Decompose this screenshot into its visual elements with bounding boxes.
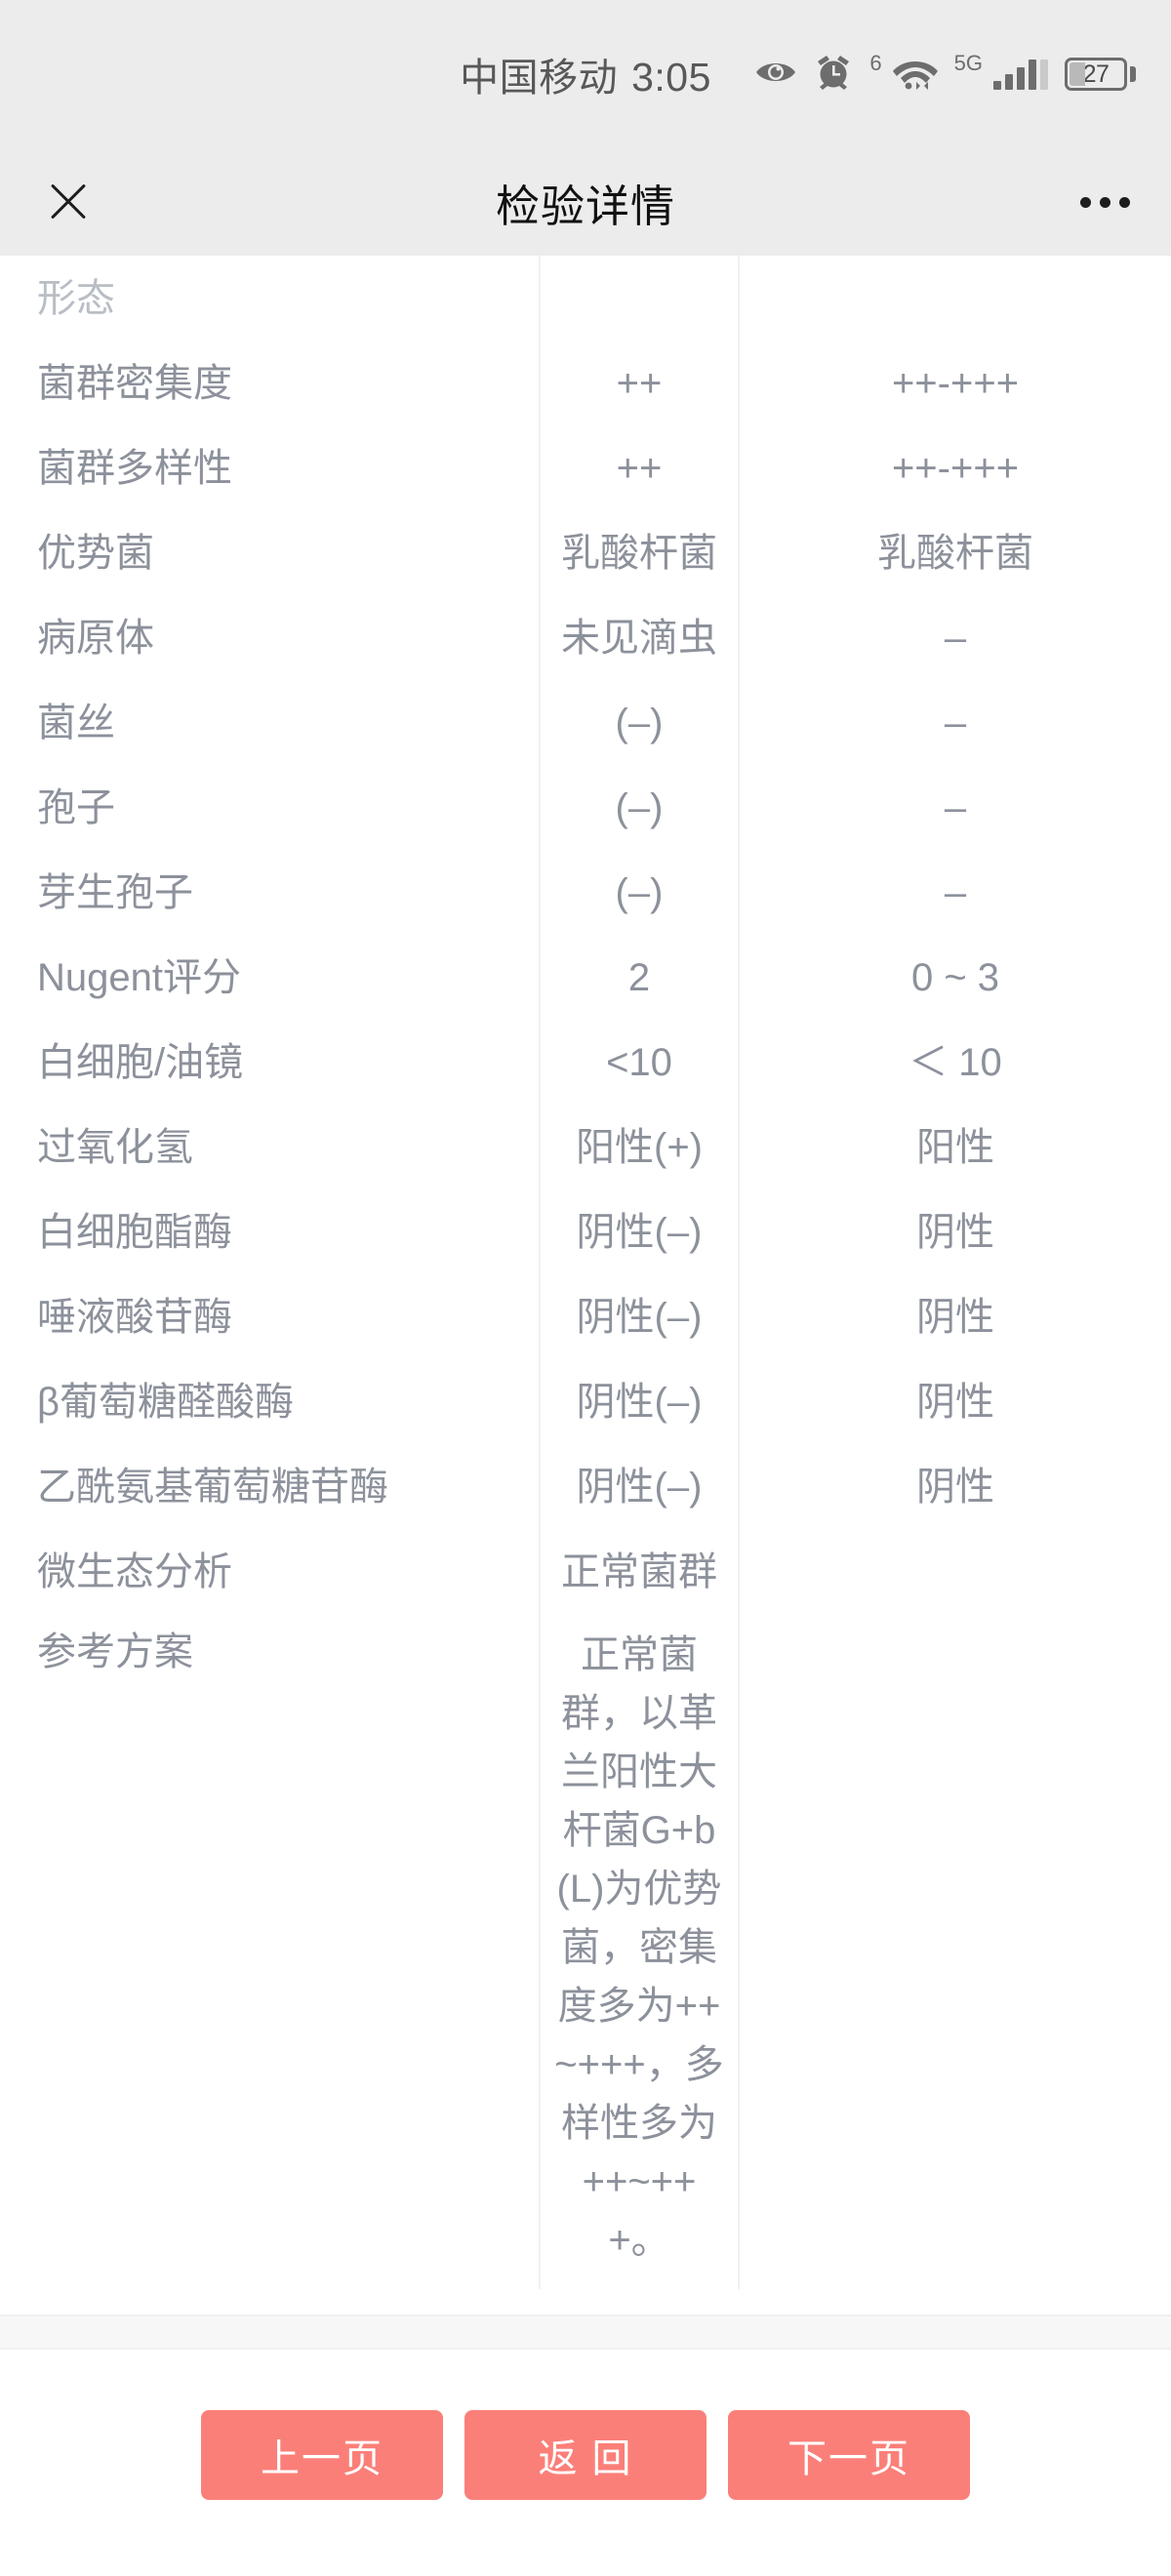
clock-label: 3:05 (631, 55, 711, 100)
lab-result-table-body: 形态 菌群密集度 ++ ++-+++ 菌群多样性 ++ ++-+++ 优势菌 乳… (0, 256, 1171, 2289)
table-row: β葡萄糖醛酸酶 阴性(–) 阴性 (0, 1359, 1171, 1444)
table-row: 微生态分析 正常菌群 (0, 1529, 1171, 1614)
row-name: 芽生孢子 (37, 870, 193, 914)
row-value: ++ (539, 341, 740, 425)
row-reference: 阴性 (916, 1465, 994, 1509)
nav-bar: 检验详情 (0, 148, 1171, 256)
row-reference: ＜ 10 (909, 1040, 1002, 1084)
row-reference: 乳酸杆菌 (877, 531, 1033, 575)
table-row: 白细胞酯酶 阴性(–) 阴性 (0, 1189, 1171, 1274)
page-title: 检验详情 (495, 181, 676, 231)
detail-scroll-area[interactable]: 形态 菌群密集度 ++ ++-+++ 菌群多样性 ++ ++-+++ 优势菌 乳… (0, 256, 1171, 2314)
row-reference: 阴性 (916, 1210, 994, 1254)
row-value: 阴性(–) (539, 1274, 740, 1359)
alarm-clock-icon (814, 53, 853, 97)
row-value (539, 256, 740, 341)
row-reference: 0 ~ 3 (910, 955, 1000, 999)
table-row: Nugent评分 2 0 ~ 3 (0, 935, 1171, 1020)
row-reference: – (944, 870, 967, 914)
eye-icon (754, 58, 797, 92)
table-row-clipped: 形态 (0, 256, 1171, 341)
row-value: <10 (539, 1020, 740, 1105)
row-value: 2 (539, 935, 740, 1020)
row-reference: 阴性 (916, 1380, 994, 1424)
cellular-signal-icon (993, 59, 1048, 90)
row-name: Nugent评分 (37, 955, 241, 999)
row-value: 阳性(+) (539, 1105, 740, 1189)
row-value: (–) (539, 765, 740, 850)
table-row: 优势菌 乳酸杆菌 乳酸杆菌 (0, 510, 1171, 595)
table-row: 菌群密集度 ++ ++-+++ (0, 341, 1171, 425)
table-row: 芽生孢子 (–) – (0, 850, 1171, 935)
row-reference (739, 1614, 1171, 2289)
row-name: 菌群多样性 (37, 446, 232, 490)
table-row: 过氧化氢 阳性(+) 阳性 (0, 1105, 1171, 1189)
battery-percent-label: 27 (1082, 60, 1110, 88)
status-bar-center: 中国移动 3:05 (460, 46, 711, 102)
row-value: 正常菌群 (539, 1529, 740, 1614)
back-button[interactable]: 返 回 (464, 2410, 707, 2500)
status-bar-right: 6 5G 27 (754, 50, 1136, 97)
row-reference: 阴性 (916, 1295, 994, 1339)
network-type-label: 5G (953, 50, 983, 75)
row-name: 菌丝 (37, 701, 115, 745)
previous-page-button[interactable]: 上一页 (201, 2410, 443, 2500)
pagination-footer: 上一页 返 回 下一页 (0, 2350, 1171, 2576)
row-reference: ++-+++ (891, 361, 1020, 405)
row-value: 阴性(–) (539, 1444, 740, 1529)
lab-result-table: 形态 菌群密集度 ++ ++-+++ 菌群多样性 ++ ++-+++ 优势菌 乳… (0, 256, 1171, 2289)
wifi-generation-label: 6 (869, 50, 882, 75)
row-name: 形态 (37, 276, 115, 320)
table-row: 菌丝 (–) – (0, 680, 1171, 765)
row-value: (–) (539, 850, 740, 935)
status-bar: 中国移动 3:05 6 5G 27 (0, 0, 1171, 148)
table-row: 唾液酸苷酶 阴性(–) 阴性 (0, 1274, 1171, 1359)
row-value: 乳酸杆菌 (539, 510, 740, 595)
row-reference: 阳性 (916, 1125, 994, 1169)
row-name: 微生态分析 (37, 1550, 232, 1593)
row-reference: – (944, 616, 967, 660)
row-name: 白细胞/油镜 (37, 1040, 244, 1084)
table-row-reference-scheme: 参考方案 正常菌群，以革兰阳性大杆菌G+b(L)为优势菌，密集度多为++~+++… (0, 1614, 1171, 2289)
row-value: 阴性(–) (539, 1359, 740, 1444)
row-value: 阴性(–) (539, 1189, 740, 1274)
row-name: β葡萄糖醛酸酶 (37, 1380, 295, 1424)
row-reference: ++-+++ (891, 446, 1020, 490)
row-name: 病原体 (37, 616, 154, 660)
row-reference: – (944, 701, 967, 745)
row-value: ++ (539, 425, 740, 510)
row-value: 未见滴虫 (539, 595, 740, 680)
carrier-label: 中国移动 (460, 57, 619, 100)
phone-screen: 中国移动 3:05 6 5G 27 检验详情 形态 菌群密集度 ++ ++-++… (0, 0, 1171, 2576)
row-name: 菌群密集度 (37, 361, 232, 405)
table-row: 病原体 未见滴虫 – (0, 595, 1171, 680)
battery-icon: 27 (1065, 58, 1136, 91)
row-reference (739, 256, 1171, 341)
row-reference (739, 1529, 1171, 1614)
row-name: 唾液酸苷酶 (37, 1295, 232, 1339)
row-reference: – (944, 785, 967, 829)
more-options-icon[interactable] (1080, 196, 1130, 208)
table-row: 乙酰氨基葡萄糖苷酶 阴性(–) 阴性 (0, 1444, 1171, 1529)
row-name: 参考方案 (37, 1630, 193, 1673)
close-icon[interactable] (41, 175, 96, 229)
footer-divider (0, 2314, 1171, 2350)
row-name: 过氧化氢 (37, 1125, 193, 1169)
row-value: (–) (539, 680, 740, 765)
table-row: 孢子 (–) – (0, 765, 1171, 850)
next-page-button[interactable]: 下一页 (728, 2410, 970, 2500)
row-name: 乙酰氨基葡萄糖苷酶 (37, 1465, 388, 1509)
wifi-icon (892, 55, 938, 95)
row-name: 优势菌 (37, 531, 154, 575)
row-name: 白细胞酯酶 (37, 1210, 232, 1254)
row-value: 正常菌群，以革兰阳性大杆菌G+b(L)为优势菌，密集度多为++~+++，多样性多… (539, 1614, 740, 2289)
row-name: 孢子 (37, 785, 115, 829)
table-row: 白细胞/油镜 <10 ＜ 10 (0, 1020, 1171, 1105)
table-row: 菌群多样性 ++ ++-+++ (0, 425, 1171, 510)
